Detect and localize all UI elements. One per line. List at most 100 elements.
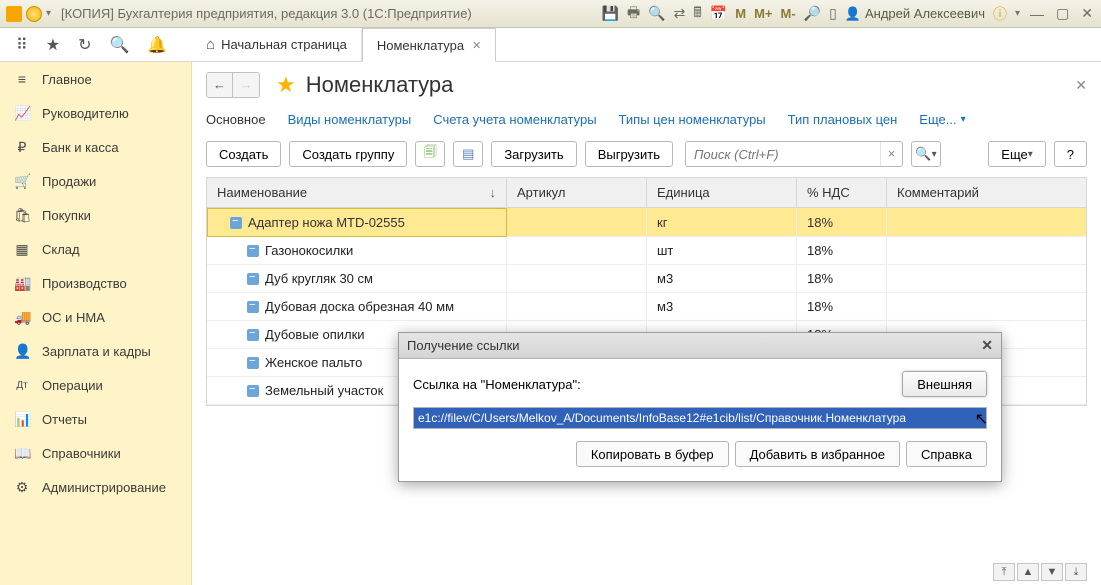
copy-button[interactable]: 🗐: [415, 141, 445, 167]
search-scope-button[interactable]: 🔍: [911, 141, 941, 167]
compare-icon[interactable]: ⇄: [674, 5, 686, 22]
search-field[interactable]: ×: [685, 141, 903, 167]
sidebar-item-production[interactable]: 🏭Производство: [0, 266, 191, 300]
sidebar-item-salary[interactable]: 👤Зарплата и кадры: [0, 334, 191, 368]
search-input[interactable]: [686, 142, 880, 166]
cell-article: [507, 265, 647, 293]
create-group-button[interactable]: Создать группу: [289, 141, 407, 167]
dialog-close-button[interactable]: ✕: [981, 337, 993, 354]
nav-up-button[interactable]: ▲: [1017, 563, 1039, 581]
preview-icon[interactable]: 🔍: [648, 5, 665, 22]
app-dropdown-icon[interactable]: ▾: [46, 8, 51, 19]
print-icon[interactable]: 🖶: [627, 2, 640, 26]
cell-unit: кг: [647, 208, 797, 237]
section-links: Основное Виды номенклатуры Счета учета н…: [206, 112, 1087, 127]
sidebar-item-assets[interactable]: 🚚ОС и НМА: [0, 300, 191, 334]
link-url-field[interactable]: e1c://filev/C/Users/Melkov_A/Documents/I…: [413, 407, 987, 429]
close-window-button[interactable]: ✕: [1079, 5, 1095, 22]
sidebar-item-admin[interactable]: ⚙Администрирование: [0, 470, 191, 504]
sidebar-item-bank[interactable]: ₽Банк и касса: [0, 130, 191, 164]
m-btn[interactable]: M: [735, 6, 746, 21]
table-row[interactable]: Газонокосилкишт18%: [207, 237, 1086, 265]
tree-collapse-icon[interactable]: [230, 217, 242, 229]
factory-icon: 🏭: [14, 275, 30, 292]
tree-collapse-icon[interactable]: [247, 273, 259, 285]
nav-bottom-button[interactable]: ⤓: [1065, 563, 1087, 581]
cell-unit: м3: [647, 293, 797, 321]
notifications-icon[interactable]: 🔔: [147, 35, 167, 55]
sidebar-item-catalogs[interactable]: 📖Справочники: [0, 436, 191, 470]
nav-forward-button[interactable]: →: [233, 73, 259, 97]
info-drop-icon[interactable]: ▾: [1015, 8, 1020, 19]
sidebar-item-purchase[interactable]: 🛍Покупки: [0, 198, 191, 232]
table-row[interactable]: Дубовая доска обрезная 40 ммм318%: [207, 293, 1086, 321]
tab-close-icon[interactable]: ✕: [472, 39, 481, 52]
tab-nomenclature[interactable]: Номенклатура✕: [362, 28, 496, 62]
search-tool-icon[interactable]: 🔍: [109, 35, 129, 55]
col-comment[interactable]: Комментарий: [887, 178, 1086, 208]
sidebar-item-reports[interactable]: 📊Отчеты: [0, 402, 191, 436]
search-clear-button[interactable]: ×: [880, 142, 902, 166]
mplus-btn[interactable]: M+: [754, 6, 772, 21]
apps-icon[interactable]: ⠿: [16, 35, 28, 55]
tree-collapse-icon[interactable]: [247, 385, 259, 397]
help-button[interactable]: ?: [1054, 141, 1087, 167]
history-icon[interactable]: ↻: [78, 35, 91, 55]
link-main[interactable]: Основное: [206, 112, 266, 127]
save-icon[interactable]: 💾: [602, 5, 619, 22]
tree-collapse-icon[interactable]: [247, 329, 259, 341]
add-to-favorites-button[interactable]: Добавить в избранное: [735, 441, 900, 467]
dialog-help-button[interactable]: Справка: [906, 441, 987, 467]
col-vat[interactable]: % НДС: [797, 178, 887, 208]
nav-top-button[interactable]: ⤒: [993, 563, 1015, 581]
bag-icon: 🛍: [14, 207, 30, 224]
sidebar-item-manager[interactable]: 📈Руководителю: [0, 96, 191, 130]
col-unit[interactable]: Единица: [647, 178, 797, 208]
minimize-button[interactable]: —: [1028, 6, 1046, 22]
link-more[interactable]: Еще... ▾: [919, 112, 965, 127]
sidebar-item-warehouse[interactable]: ▦Склад: [0, 232, 191, 266]
panel-icon[interactable]: ▯: [829, 5, 837, 22]
menu-icon: ≡: [14, 71, 30, 87]
table-row[interactable]: Адаптер ножа MTD-02555кг18%: [207, 208, 1086, 237]
calc-icon[interactable]: 🖩: [693, 2, 701, 26]
create-button[interactable]: Создать: [206, 141, 281, 167]
more-actions-button[interactable]: Еще: [988, 141, 1045, 167]
tree-collapse-icon[interactable]: [247, 357, 259, 369]
external-link-button[interactable]: Внешняя: [902, 371, 987, 397]
cell-vat: 18%: [797, 293, 887, 321]
list-button[interactable]: ▤: [453, 141, 483, 167]
mminus-btn[interactable]: M-: [780, 6, 795, 21]
ruble-icon: ₽: [14, 139, 30, 156]
nav-down-button[interactable]: ▼: [1041, 563, 1063, 581]
favorite-icon[interactable]: ★: [46, 35, 60, 55]
maximize-button[interactable]: ▢: [1054, 5, 1071, 22]
calendar-icon[interactable]: 📅: [710, 5, 727, 22]
link-types[interactable]: Виды номенклатуры: [288, 112, 412, 127]
load-button[interactable]: Загрузить: [491, 141, 576, 167]
favorite-star-icon[interactable]: ★: [276, 72, 296, 98]
link-plantype[interactable]: Тип плановых цен: [788, 112, 898, 127]
link-accounts[interactable]: Счета учета номенклатуры: [433, 112, 596, 127]
cell-comment: [887, 293, 1086, 321]
page-close-button[interactable]: ✕: [1075, 77, 1087, 94]
person-icon: 👤: [14, 343, 30, 360]
copy-to-clipboard-button[interactable]: Копировать в буфер: [576, 441, 729, 467]
sidebar-item-operations[interactable]: ДтОперации: [0, 368, 191, 402]
sidebar-item-sales[interactable]: 🛒Продажи: [0, 164, 191, 198]
info-icon[interactable]: ⓘ: [993, 4, 1007, 24]
tab-home[interactable]: Начальная страница: [192, 28, 362, 61]
nav-back-button[interactable]: ←: [207, 73, 233, 97]
tree-collapse-icon[interactable]: [247, 245, 259, 257]
app-circle-icon[interactable]: [26, 6, 42, 22]
unload-button[interactable]: Выгрузить: [585, 141, 673, 167]
zoom-icon[interactable]: 🔎: [804, 5, 821, 22]
link-pricetypes[interactable]: Типы цен номенклатуры: [619, 112, 766, 127]
tree-collapse-icon[interactable]: [247, 301, 259, 313]
table-row[interactable]: Дуб кругляк 30 смм318%: [207, 265, 1086, 293]
col-name[interactable]: Наименование↓: [207, 178, 507, 208]
app-title: [КОПИЯ] Бухгалтерия предприятия, редакци…: [61, 6, 472, 21]
col-article[interactable]: Артикул: [507, 178, 647, 208]
user-label[interactable]: 👤 Андрей Алексеевич: [845, 6, 985, 22]
sidebar-item-main[interactable]: ≡Главное: [0, 62, 191, 96]
